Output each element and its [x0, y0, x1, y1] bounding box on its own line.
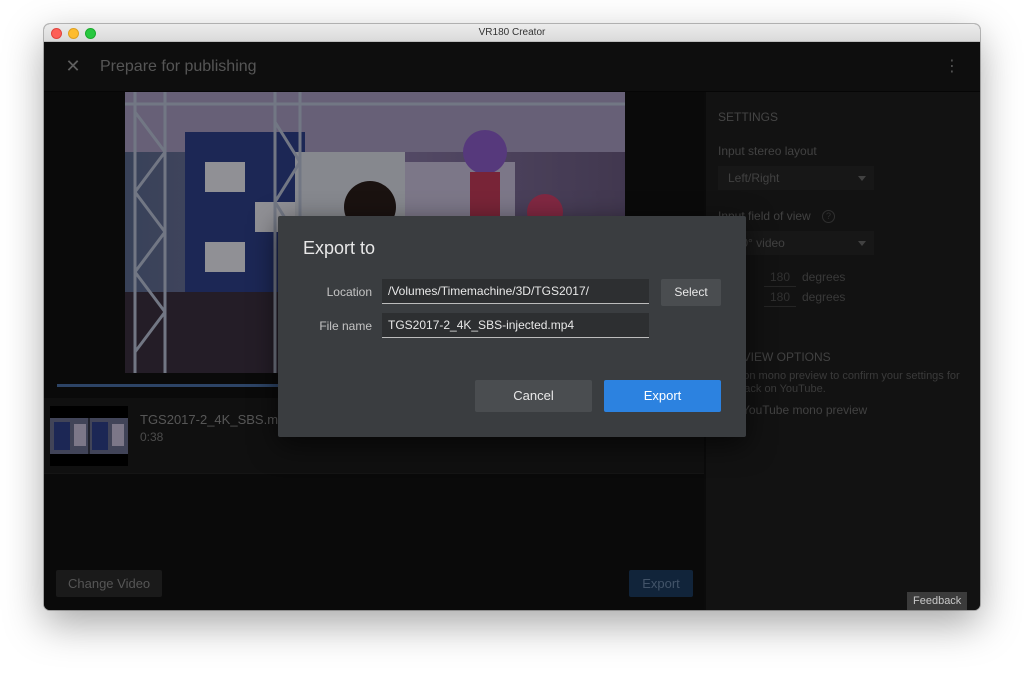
location-field[interactable]: /Volumes/Timemachine/3D/TGS2017/ — [382, 279, 649, 304]
app-window: VR180 Creator ✕ Prepare for publishing ⋮ — [44, 24, 980, 610]
window-title: VR180 Creator — [478, 27, 546, 38]
cancel-button[interactable]: Cancel — [475, 380, 592, 412]
location-label: Location — [326, 285, 372, 299]
filename-label: File name — [319, 319, 372, 333]
feedback-button[interactable]: Feedback — [907, 592, 968, 610]
export-dialog: Export to Location /Volumes/Timemachine/… — [278, 216, 746, 437]
select-location-button[interactable]: Select — [661, 279, 721, 306]
dialog-title: Export to — [303, 238, 376, 258]
dialog-export-button[interactable]: Export — [604, 380, 721, 412]
window-titlebar: VR180 Creator — [44, 24, 980, 42]
filename-field[interactable]: TGS2017-2_4K_SBS-injected.mp4 — [382, 313, 649, 338]
